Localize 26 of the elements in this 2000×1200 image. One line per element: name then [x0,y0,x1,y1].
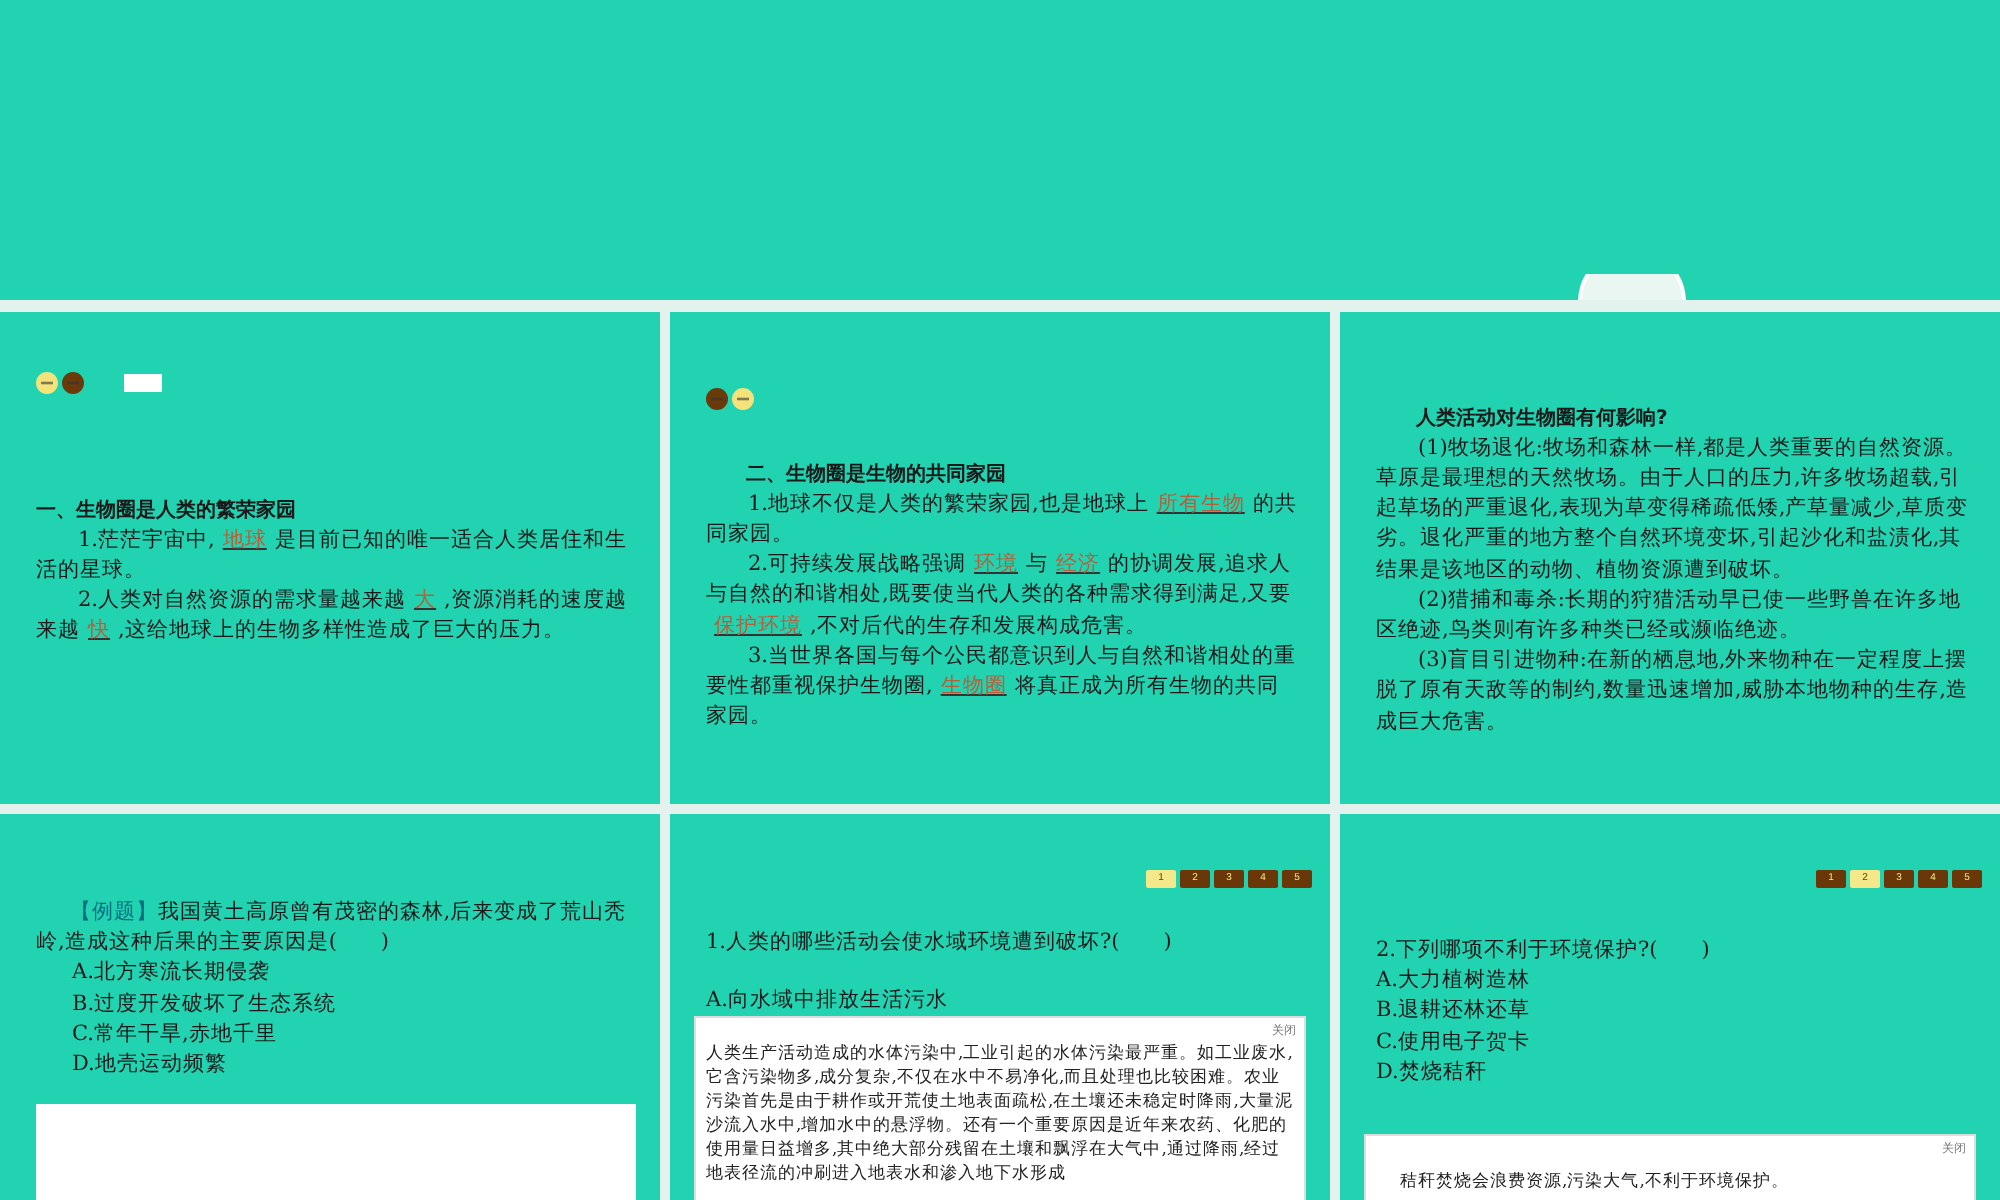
explanation-text: 人类生产活动造成的水体污染中,工业引起的水体污染最严重。如工业废水,它含污染物多,成分复杂,不仅在水中不易净化,而且处理也比较困难。农业污染首先是由于耕作或开荒使土地表面疏松,在土壤还未稳定时降雨,大量泥沙流入水中,增加水中的悬浮物。还有一个重要原因是近年来农药、化肥的使用量日益增多,其中绝大部分残留在土壤和飘浮在大气中,通过降雨,经过地表径流的冲刷进入地表水和渗入地下水形成 [706,1042,1295,1186]
answer-option: B.过度开发破坏了生态系统 [36,989,628,1020]
paragraph: 2.人类对自然资源的需求量越来越 大 ,资源消耗的速度越来越 快 ,这给地球上的生物多样性造成了巨大的压力。 [36,586,628,647]
section-heading: 人类活动对生物圈有何影响? [1413,405,1670,433]
section-heading: 一、生物圈是人类的繁荣家园 [36,496,298,525]
section-heading: 二、生物圈是生物的共同家园 [744,460,1008,489]
answer-option: D.焚烧秸秆 [1376,1057,1968,1089]
paragraph: (3)盲目引进物种:在新的栖息地,外来物种在一定程度上摆脱了原有天敌等的制约,数量迅速增加,威胁本地物种的生存,造成巨大危害。 [1376,646,1968,738]
question-text: 【例题】我国黄土高原曾有茂密的森林,后来变成了荒山秃岭,造成这种后果的主要原因是( ) [36,898,628,959]
paragraph: 1.茫茫宇宙中, 地球 是目前已知的唯一适合人类居住和生活的星球。 [36,525,628,586]
paragraph: (2)猎捕和毒杀:长期的狩猎活动早已使一些野兽在许多地区绝迹,鸟类则有许多种类已经或濒临绝迹。 [1376,585,1963,646]
answer-option: C.常年干旱,赤地千里 [36,1019,628,1051]
answer-option: B.退耕还林还草 [1376,996,1968,1028]
answer-option: A.向水域中排放生活污水 [706,986,1298,1017]
answer-option: A.北方寒流长期侵袭 [36,958,628,990]
paragraph: (1)牧场退化:牧场和森林一样,都是人类重要的自然资源。草原是最理想的天然牧场。由于人口的压力,许多牧场超载,引起草场的严重退化,表现为草变得稀疏低矮,产草量减少,草质变劣。退化严重的地方整个自然环境变坏,引起沙化和盐渍化,其结果是该地区的动物、植物资源遭到破坏。 [1376,433,1968,586]
answer-option: D.地壳运动频繁 [36,1050,628,1081]
arc-drawing [1576,274,1688,300]
paragraph: 3.当世界各国与每个公民都意识到人与自然和谐相处的重要性都重视保护生物圈, 生物圈 将真正成为所有生物的共同家园。 [706,641,1298,733]
question-text: 2.下列哪项不利于环境保护?( ) [1376,936,1712,966]
answer-option: A.大力植树造林 [1376,966,1968,997]
question-text: 1.人类的哪些活动会使水域环境遭到破坏?( ) [706,928,1174,958]
answer-option: C.使用电子贺卡 [1376,1027,1968,1058]
explanation-text: 秸秆焚烧会浪费资源,污染大气,不利于环境保护。 [1398,1169,1791,1194]
paragraph: 2.可持续发展战略强调 环境 与 经济 的协调发展,追求人与自然的和谐相处,既要使当代人类的各种需求得到满足,又要 保护环境 ,不对后代的生存和发展构成危害。 [706,550,1294,642]
paragraph: 1.地球不仅是人类的繁荣家园,也是地球上 所有生物 的共同家园。 [706,489,1298,550]
